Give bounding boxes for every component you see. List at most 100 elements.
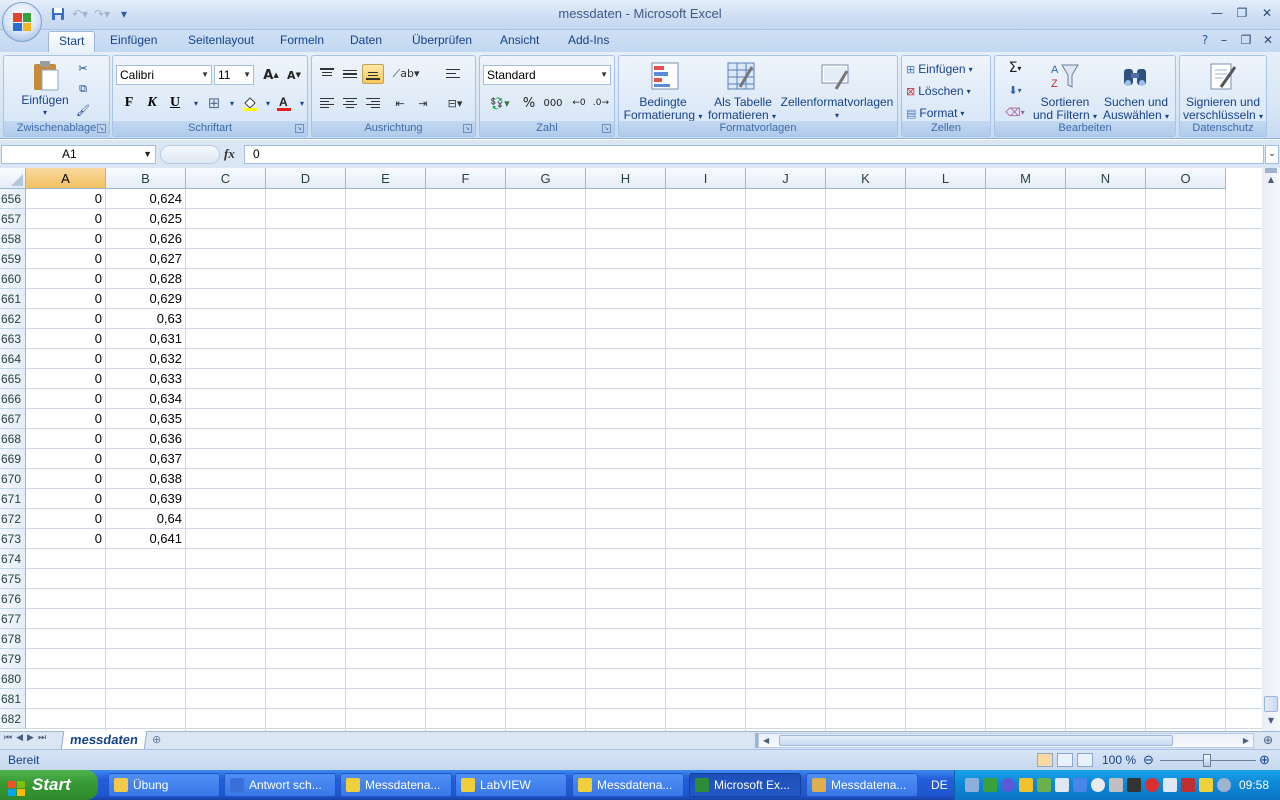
start-button[interactable]: Start: [0, 770, 98, 800]
tab-seitenlayout[interactable]: Seitenlayout: [178, 31, 264, 52]
cell-b-673[interactable]: 0,641: [106, 529, 186, 549]
tab-daten[interactable]: Daten: [340, 31, 392, 52]
cell-a-671[interactable]: 0: [26, 489, 106, 509]
sheet-nav-icons[interactable]: ⏮◀▶⏭: [4, 733, 50, 743]
close-button[interactable]: ✕: [1255, 4, 1279, 22]
cell-a-663[interactable]: 0: [26, 329, 106, 349]
align-bottom-icon[interactable]: [362, 64, 384, 84]
redo-icon[interactable]: ↷▾: [92, 5, 112, 23]
taskbar-item[interactable]: Antwort sch...: [224, 773, 336, 797]
cell-a-661[interactable]: 0: [26, 289, 106, 309]
save-icon[interactable]: [48, 5, 68, 23]
taskbar-item[interactable]: Messdatena...: [340, 773, 452, 797]
workbook-close-button[interactable]: ✕: [1256, 31, 1280, 49]
cell-a-659[interactable]: 0: [26, 249, 106, 269]
row-header[interactable]: 659: [0, 249, 26, 269]
align-middle-icon[interactable]: [339, 64, 361, 84]
language-indicator[interactable]: DE: [931, 778, 948, 792]
cell-a-666[interactable]: 0: [26, 389, 106, 409]
tray-wifi-icon[interactable]: [1091, 778, 1105, 792]
orientation-icon[interactable]: ⟋ab▾: [392, 64, 420, 84]
cell-b-659[interactable]: 0,627: [106, 249, 186, 269]
column-header-c[interactable]: C: [186, 168, 266, 189]
column-header-h[interactable]: H: [586, 168, 666, 189]
select-all-corner[interactable]: [0, 168, 26, 189]
row-header[interactable]: 663: [0, 329, 26, 349]
cell-b-676[interactable]: [106, 589, 186, 609]
row-header[interactable]: 681: [0, 689, 26, 709]
zoom-slider-thumb[interactable]: [1203, 754, 1211, 767]
tray-sync-icon[interactable]: [1037, 778, 1051, 792]
taskbar-item[interactable]: Messdatena...: [806, 773, 918, 797]
column-header-o[interactable]: O: [1146, 168, 1226, 189]
undo-icon[interactable]: ↶▾: [70, 5, 90, 23]
bold-button[interactable]: F: [118, 93, 140, 113]
row-header[interactable]: 662: [0, 309, 26, 329]
sort-filter-icon[interactable]: AZ: [1049, 60, 1081, 92]
cell-a-660[interactable]: 0: [26, 269, 106, 289]
alignment-launcher-icon[interactable]: ↘: [463, 124, 472, 133]
tray-help-icon[interactable]: [1217, 778, 1231, 792]
cell-b-682[interactable]: [106, 709, 186, 729]
tab-formeln[interactable]: Formeln: [270, 31, 334, 52]
row-header[interactable]: 678: [0, 629, 26, 649]
cell-styles-icon[interactable]: [819, 60, 851, 92]
accounting-format-icon[interactable]: 💱▾: [484, 93, 516, 113]
formula-expand-handle[interactable]: [160, 145, 220, 164]
page-layout-view-icon[interactable]: [1057, 753, 1073, 767]
row-header[interactable]: 669: [0, 449, 26, 469]
tray-printer-icon[interactable]: [1109, 778, 1123, 792]
restore-button[interactable]: ❐: [1230, 4, 1254, 22]
tray-app-icon[interactable]: [983, 778, 997, 792]
row-header[interactable]: 672: [0, 509, 26, 529]
row-header[interactable]: 664: [0, 349, 26, 369]
tab-ansicht[interactable]: Ansicht: [490, 31, 549, 52]
cell-a-664[interactable]: 0: [26, 349, 106, 369]
merge-center-icon[interactable]: ⊟▾: [440, 93, 470, 113]
worksheet-grid[interactable]: ABCDEFGHIJKLMNO 656 0 0,624 657 0 0,625 658 0 0,…: [0, 168, 1262, 731]
cell-b-665[interactable]: 0,633: [106, 369, 186, 389]
customize-icon[interactable]: ▾: [114, 5, 134, 23]
tray-device-icon[interactable]: [1055, 778, 1069, 792]
column-header-l[interactable]: L: [906, 168, 986, 189]
align-left-icon[interactable]: [316, 93, 338, 113]
name-box[interactable]: A1 ▼: [1, 145, 156, 164]
row-header[interactable]: 673: [0, 529, 26, 549]
zoom-out-icon[interactable]: ⊖: [1143, 752, 1154, 768]
cell-b-662[interactable]: 0,63: [106, 309, 186, 329]
column-header-g[interactable]: G: [506, 168, 586, 189]
tray-bluetooth-icon[interactable]: [1001, 778, 1015, 792]
sheet-tab-messdaten[interactable]: messdaten: [60, 731, 148, 750]
decrease-indent-icon[interactable]: ⇤: [389, 93, 411, 113]
cell-b-668[interactable]: 0,636: [106, 429, 186, 449]
tray-tool-icon[interactable]: [1127, 778, 1141, 792]
cell-a-678[interactable]: [26, 629, 106, 649]
taskbar-item[interactable]: Messdatena...: [572, 773, 684, 797]
cell-b-679[interactable]: [106, 649, 186, 669]
copy-icon[interactable]: ⧉: [72, 79, 94, 99]
column-header-i[interactable]: I: [666, 168, 746, 189]
scroll-up-icon[interactable]: ▲: [1264, 175, 1278, 187]
workbook-restore-button[interactable]: ❐: [1234, 31, 1258, 49]
insert-cells-button[interactable]: ⊞ Einfügen ▾: [906, 59, 973, 79]
expand-formula-bar-icon[interactable]: ⌄: [1265, 145, 1279, 164]
percent-style-button[interactable]: %: [518, 93, 540, 113]
align-right-icon[interactable]: [362, 93, 384, 113]
cell-b-670[interactable]: 0,638: [106, 469, 186, 489]
cell-a-667[interactable]: 0: [26, 409, 106, 429]
insert-sheet-icon[interactable]: ⊕: [152, 733, 172, 747]
thousands-separator-button[interactable]: 000: [540, 93, 566, 113]
tray-monitor-icon[interactable]: [1073, 778, 1087, 792]
format-cells-button[interactable]: ▤ Format ▾: [906, 103, 964, 123]
row-header[interactable]: 675: [0, 569, 26, 589]
clipboard-launcher-icon[interactable]: ↘: [97, 124, 106, 133]
row-header[interactable]: 660: [0, 269, 26, 289]
scroll-right-icon[interactable]: ▶: [1243, 734, 1249, 747]
minimize-button[interactable]: —: [1205, 4, 1229, 22]
cell-b-669[interactable]: 0,637: [106, 449, 186, 469]
column-header-b[interactable]: B: [106, 168, 186, 189]
cell-a-668[interactable]: 0: [26, 429, 106, 449]
delete-cells-button[interactable]: ⊠ Löschen ▾: [906, 81, 971, 101]
conditional-formatting-icon[interactable]: [649, 60, 681, 92]
row-header[interactable]: 676: [0, 589, 26, 609]
